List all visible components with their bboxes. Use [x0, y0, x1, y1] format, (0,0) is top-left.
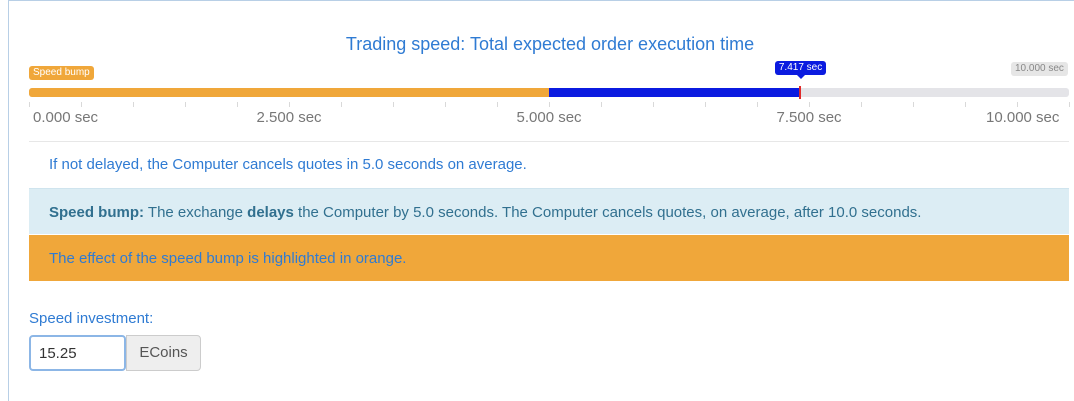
axis-tick-label: 5.000 sec	[516, 109, 582, 126]
info-text-a: The exchange	[144, 204, 248, 221]
axis-tick	[185, 102, 186, 107]
axis-tick	[341, 102, 342, 107]
axis-tick-label: 2.500 sec	[256, 109, 322, 126]
axis-tick	[29, 102, 30, 107]
delays-emphasis: delays	[247, 204, 294, 221]
axis-tick	[809, 102, 810, 107]
axis-tick	[289, 102, 290, 107]
speed-bump-badge: Speed bump	[29, 66, 94, 80]
max-time-badge: 10.000 sec	[1011, 62, 1068, 76]
axis-tick	[549, 102, 550, 107]
axis-tick	[81, 102, 82, 107]
speed-bump-segment	[29, 88, 549, 97]
info-speed-bump: Speed bump: The exchange delays the Comp…	[29, 188, 1069, 234]
info-not-delayed: If not delayed, the Computer cancels quo…	[49, 156, 527, 173]
axis-tick	[861, 102, 862, 107]
axis-tick	[1017, 102, 1018, 107]
current-time-marker	[799, 86, 802, 99]
axis-tick	[1069, 102, 1070, 107]
axis-tick	[601, 102, 602, 107]
currency-addon: ECoins	[126, 335, 201, 371]
info-highlight-note: The effect of the speed bump is highligh…	[29, 235, 1069, 281]
execution-time-bar	[29, 88, 1069, 97]
axis-tick	[913, 102, 914, 107]
axis-tick-label: 10.000 sec	[986, 109, 1060, 126]
axis-tick	[965, 102, 966, 107]
axis-tick	[237, 102, 238, 107]
speed-investment-label: Speed investment:	[29, 310, 154, 327]
axis-tick	[133, 102, 134, 107]
axis-tick	[393, 102, 394, 107]
axis-tick	[445, 102, 446, 107]
current-time-badge: 7.417 sec	[774, 61, 827, 79]
axis-tick	[653, 102, 654, 107]
speed-investment-input[interactable]	[29, 335, 126, 371]
axis-tick	[757, 102, 758, 107]
remaining-time-segment	[549, 88, 801, 97]
axis-tick	[497, 102, 498, 107]
axis-tick-label: 7.500 sec	[776, 109, 842, 126]
axis-tick-label: 0.000 sec	[33, 109, 99, 126]
speed-bump-heading: Speed bump:	[49, 204, 145, 221]
axis-tick	[705, 102, 706, 107]
chart-title: Trading speed: Total expected order exec…	[345, 34, 755, 54]
info-text-b: the Computer by 5.0 seconds. The Compute…	[293, 204, 922, 221]
